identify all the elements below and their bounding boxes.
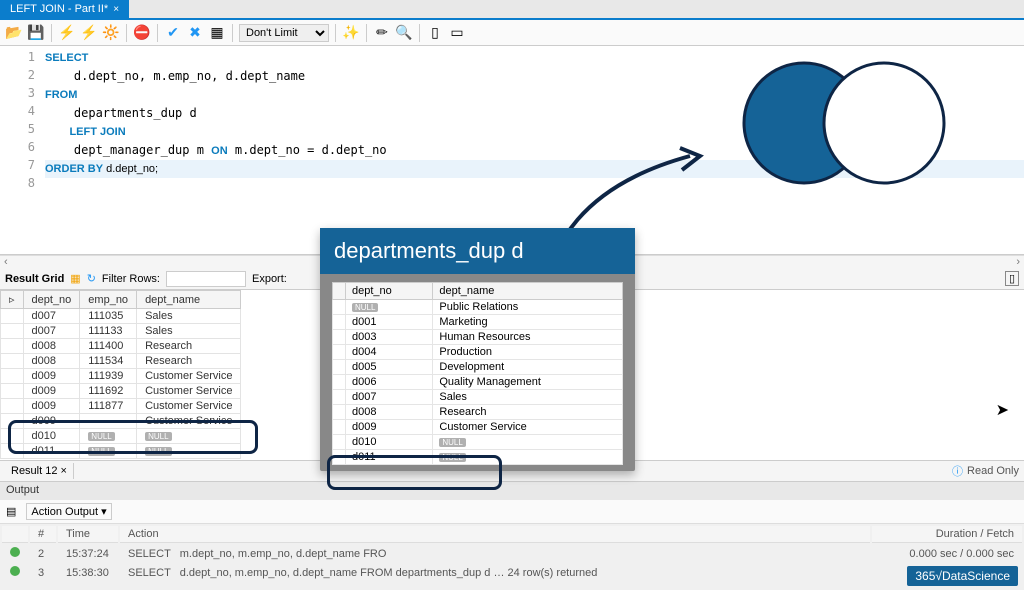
output-toolbar: ▤ Action Output ▾ (0, 500, 1024, 524)
commit-icon[interactable]: ✔ (164, 24, 182, 42)
read-only-label: Read Only (967, 465, 1019, 477)
save-icon[interactable]: 💾 (27, 24, 45, 42)
explain-icon[interactable]: 🔆 (102, 24, 120, 42)
table-row[interactable]: d008111534Research (1, 354, 241, 369)
filter-label: Filter Rows: (102, 273, 160, 285)
grid-view-icon[interactable]: ▦ (70, 272, 80, 285)
table-row[interactable]: d009111939Customer Service (1, 369, 241, 384)
table-row[interactable]: d010NULLNULL (1, 429, 241, 444)
table-row[interactable]: d009111692Customer Service (1, 384, 241, 399)
autocommit-icon[interactable]: ▦ (208, 24, 226, 42)
output-header: Output (0, 482, 1024, 500)
close-icon[interactable]: × (113, 4, 119, 15)
table-row: d008Research (333, 405, 623, 420)
output-mode-select[interactable]: Action Output ▾ (26, 503, 111, 520)
table-row[interactable]: d009111877Customer Service (1, 399, 241, 414)
table-row: d001Marketing (333, 315, 623, 330)
table-row: NULLPublic Relations (333, 300, 623, 315)
toggle-output-icon[interactable]: ▭ (448, 24, 466, 42)
beautify-icon[interactable]: ✨ (342, 24, 360, 42)
output-list-icon[interactable]: ▤ (6, 505, 16, 518)
filter-input[interactable] (166, 271, 246, 287)
table-row[interactable]: d007111035Sales (1, 309, 241, 324)
table-row: d003Human Resources (333, 330, 623, 345)
side-panel-toggle-icon[interactable]: ▯ (1005, 271, 1019, 286)
open-icon[interactable]: 📂 (5, 24, 23, 42)
result-grid-label: Result Grid (5, 273, 64, 285)
limit-select[interactable]: Don't Limit (239, 24, 329, 42)
line-gutter: 12345678 (0, 46, 45, 214)
rollback-icon[interactable]: ✖ (186, 24, 204, 42)
query-tab-bar: LEFT JOIN - Part II* × (0, 0, 1024, 20)
stop-icon[interactable]: ⛔ (133, 24, 151, 42)
info-icon: ⓘ (952, 463, 963, 479)
overlay-table-card: departments_dup d dept_nodept_nameNULLPu… (320, 228, 635, 471)
tab-title: LEFT JOIN - Part II* (10, 3, 108, 15)
result-tab-12[interactable]: Result 12 × (5, 463, 74, 479)
table-row[interactable]: d009Customer Service (1, 414, 241, 429)
table-row[interactable]: d007111133Sales (1, 324, 241, 339)
table-row: d004Production (333, 345, 623, 360)
output-row[interactable]: 215:37:24SELECT m.dept_no, m.emp_no, d.d… (2, 545, 1022, 562)
table-row: d007Sales (333, 390, 623, 405)
output-table: # Time Action Duration / Fetch 215:37:24… (0, 524, 1024, 583)
sql-editor[interactable]: 12345678 SELECT d.dept_no, m.emp_no, d.d… (0, 46, 1024, 255)
mouse-cursor-icon: ➤ (996, 400, 1009, 420)
execute-step-icon[interactable]: ⚡ (80, 24, 98, 42)
watermark: 365√DataScience (907, 566, 1018, 586)
table-row: d010NULL (333, 435, 623, 450)
table-row: d011NULL (333, 450, 623, 465)
export-label: Export: (252, 273, 287, 285)
table-row: d005Development (333, 360, 623, 375)
find-icon[interactable]: 🔍 (395, 24, 413, 42)
query-tab[interactable]: LEFT JOIN - Part II* × (0, 0, 129, 19)
table-row: d009Customer Service (333, 420, 623, 435)
overlay-title: departments_dup d (320, 228, 635, 274)
execute-icon[interactable]: ⚡ (58, 24, 76, 42)
toggle-panel-icon[interactable]: ▯ (426, 24, 444, 42)
table-row[interactable]: d008111400Research (1, 339, 241, 354)
table-row[interactable]: d011NULLNULL (1, 444, 241, 459)
table-row: d006Quality Management (333, 375, 623, 390)
brush-icon[interactable]: ✏ (373, 24, 391, 42)
toolbar: 📂 💾 ⚡ ⚡ 🔆 ⛔ ✔ ✖ ▦ Don't Limit ✨ ✏ 🔍 ▯ ▭ (0, 20, 1024, 46)
output-row[interactable]: 315:38:30SELECT d.dept_no, m.emp_no, d.d… (2, 564, 1022, 581)
venn-diagram (704, 51, 964, 201)
refresh-icon[interactable]: ↻ (87, 272, 96, 285)
